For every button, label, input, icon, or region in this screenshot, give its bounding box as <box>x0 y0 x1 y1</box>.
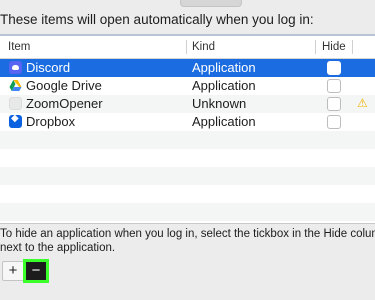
table-header: Item Kind Hide <box>0 36 375 59</box>
dropbox-icon <box>9 113 22 128</box>
item-kind: Unknown <box>192 96 247 111</box>
help-text-line: next to the application. <box>0 242 116 254</box>
item-kind: Application <box>192 114 256 129</box>
hide-checkbox[interactable] <box>327 79 341 93</box>
column-header-item[interactable]: Item <box>8 41 30 53</box>
column-divider <box>186 40 187 54</box>
hide-checkbox[interactable] <box>327 115 341 129</box>
generic-app-icon <box>9 97 22 110</box>
empty-row <box>0 185 375 203</box>
table-row[interactable]: Dropbox Application <box>0 113 375 131</box>
empty-row <box>0 203 375 221</box>
column-header-hide[interactable]: Hide <box>322 41 346 53</box>
add-item-button[interactable]: + <box>2 261 24 281</box>
item-kind: Application <box>192 60 256 75</box>
warning-icon: ⚠ <box>357 96 368 110</box>
table-row[interactable]: ZoomOpener Unknown ⚠ <box>0 95 375 113</box>
item-name: ZoomOpener <box>26 96 103 111</box>
discord-icon <box>9 61 22 74</box>
item-name: Google Drive <box>26 78 102 93</box>
help-text-line: To hide an application when you log in, … <box>0 228 375 240</box>
empty-row <box>0 167 375 185</box>
item-kind: Application <box>192 78 256 93</box>
table-row[interactable]: Discord Application <box>0 59 375 77</box>
google-drive-icon <box>9 79 22 92</box>
help-text: To hide an application when you log in, … <box>0 227 375 255</box>
column-divider <box>315 40 316 54</box>
table-row[interactable]: Google Drive Application <box>0 77 375 95</box>
hide-checkbox[interactable] <box>327 97 341 111</box>
empty-row <box>0 131 375 149</box>
column-header-kind[interactable]: Kind <box>192 41 215 53</box>
login-items-list[interactable]: Item Kind Hide Discord Application Googl… <box>0 34 375 224</box>
hide-checkbox[interactable] <box>327 61 341 75</box>
item-name: Discord <box>26 60 71 75</box>
item-name: Dropbox <box>26 114 76 129</box>
top-tab <box>180 0 242 7</box>
remove-item-button[interactable]: − <box>23 259 49 283</box>
page-heading: These items will open automatically when… <box>0 12 314 27</box>
empty-row <box>0 149 375 167</box>
column-divider <box>352 40 353 54</box>
